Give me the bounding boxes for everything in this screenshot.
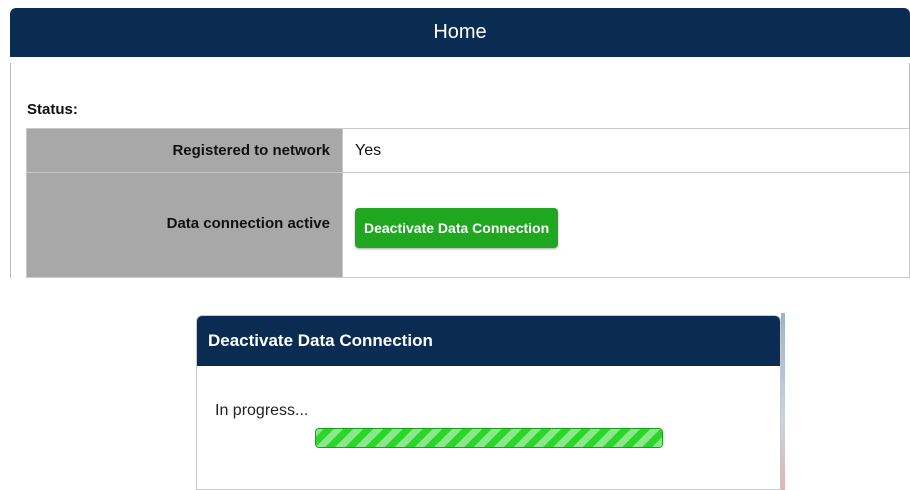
table-row: Registered to network Yes: [26, 128, 910, 173]
progress-dialog: Deactivate Data Connection In progress..…: [196, 315, 781, 490]
progress-bar-fill: [316, 429, 662, 447]
table-row: Data connection active Deactivate Data C…: [26, 172, 910, 278]
data-connection-label: Data connection active: [166, 215, 330, 232]
progress-message: In progress...: [215, 402, 309, 419]
status-heading: Status:: [27, 101, 78, 118]
background-edge: [781, 313, 785, 490]
deactivate-data-connection-button[interactable]: Deactivate Data Connection: [355, 208, 559, 248]
row-value-cell: Deactivate Data Connection: [342, 172, 910, 278]
home-panel: Home Status: Registered to network Yes D…: [10, 8, 910, 278]
registered-value: Yes: [355, 142, 382, 159]
page-title: Home: [433, 21, 487, 43]
panel-header: Home: [10, 8, 910, 57]
registered-label: Registered to network: [172, 142, 330, 159]
row-value-cell: Yes: [342, 128, 910, 173]
status-table: Registered to network Yes Data connectio…: [26, 128, 910, 278]
dialog-title: Deactivate Data Connection: [208, 331, 433, 350]
panel-body: Status: Registered to network Yes Data c…: [10, 63, 910, 278]
row-label-cell: Registered to network: [26, 128, 343, 173]
progress-bar: [315, 428, 663, 448]
dialog-header: Deactivate Data Connection: [197, 316, 780, 366]
row-label-cell: Data connection active: [26, 172, 343, 278]
